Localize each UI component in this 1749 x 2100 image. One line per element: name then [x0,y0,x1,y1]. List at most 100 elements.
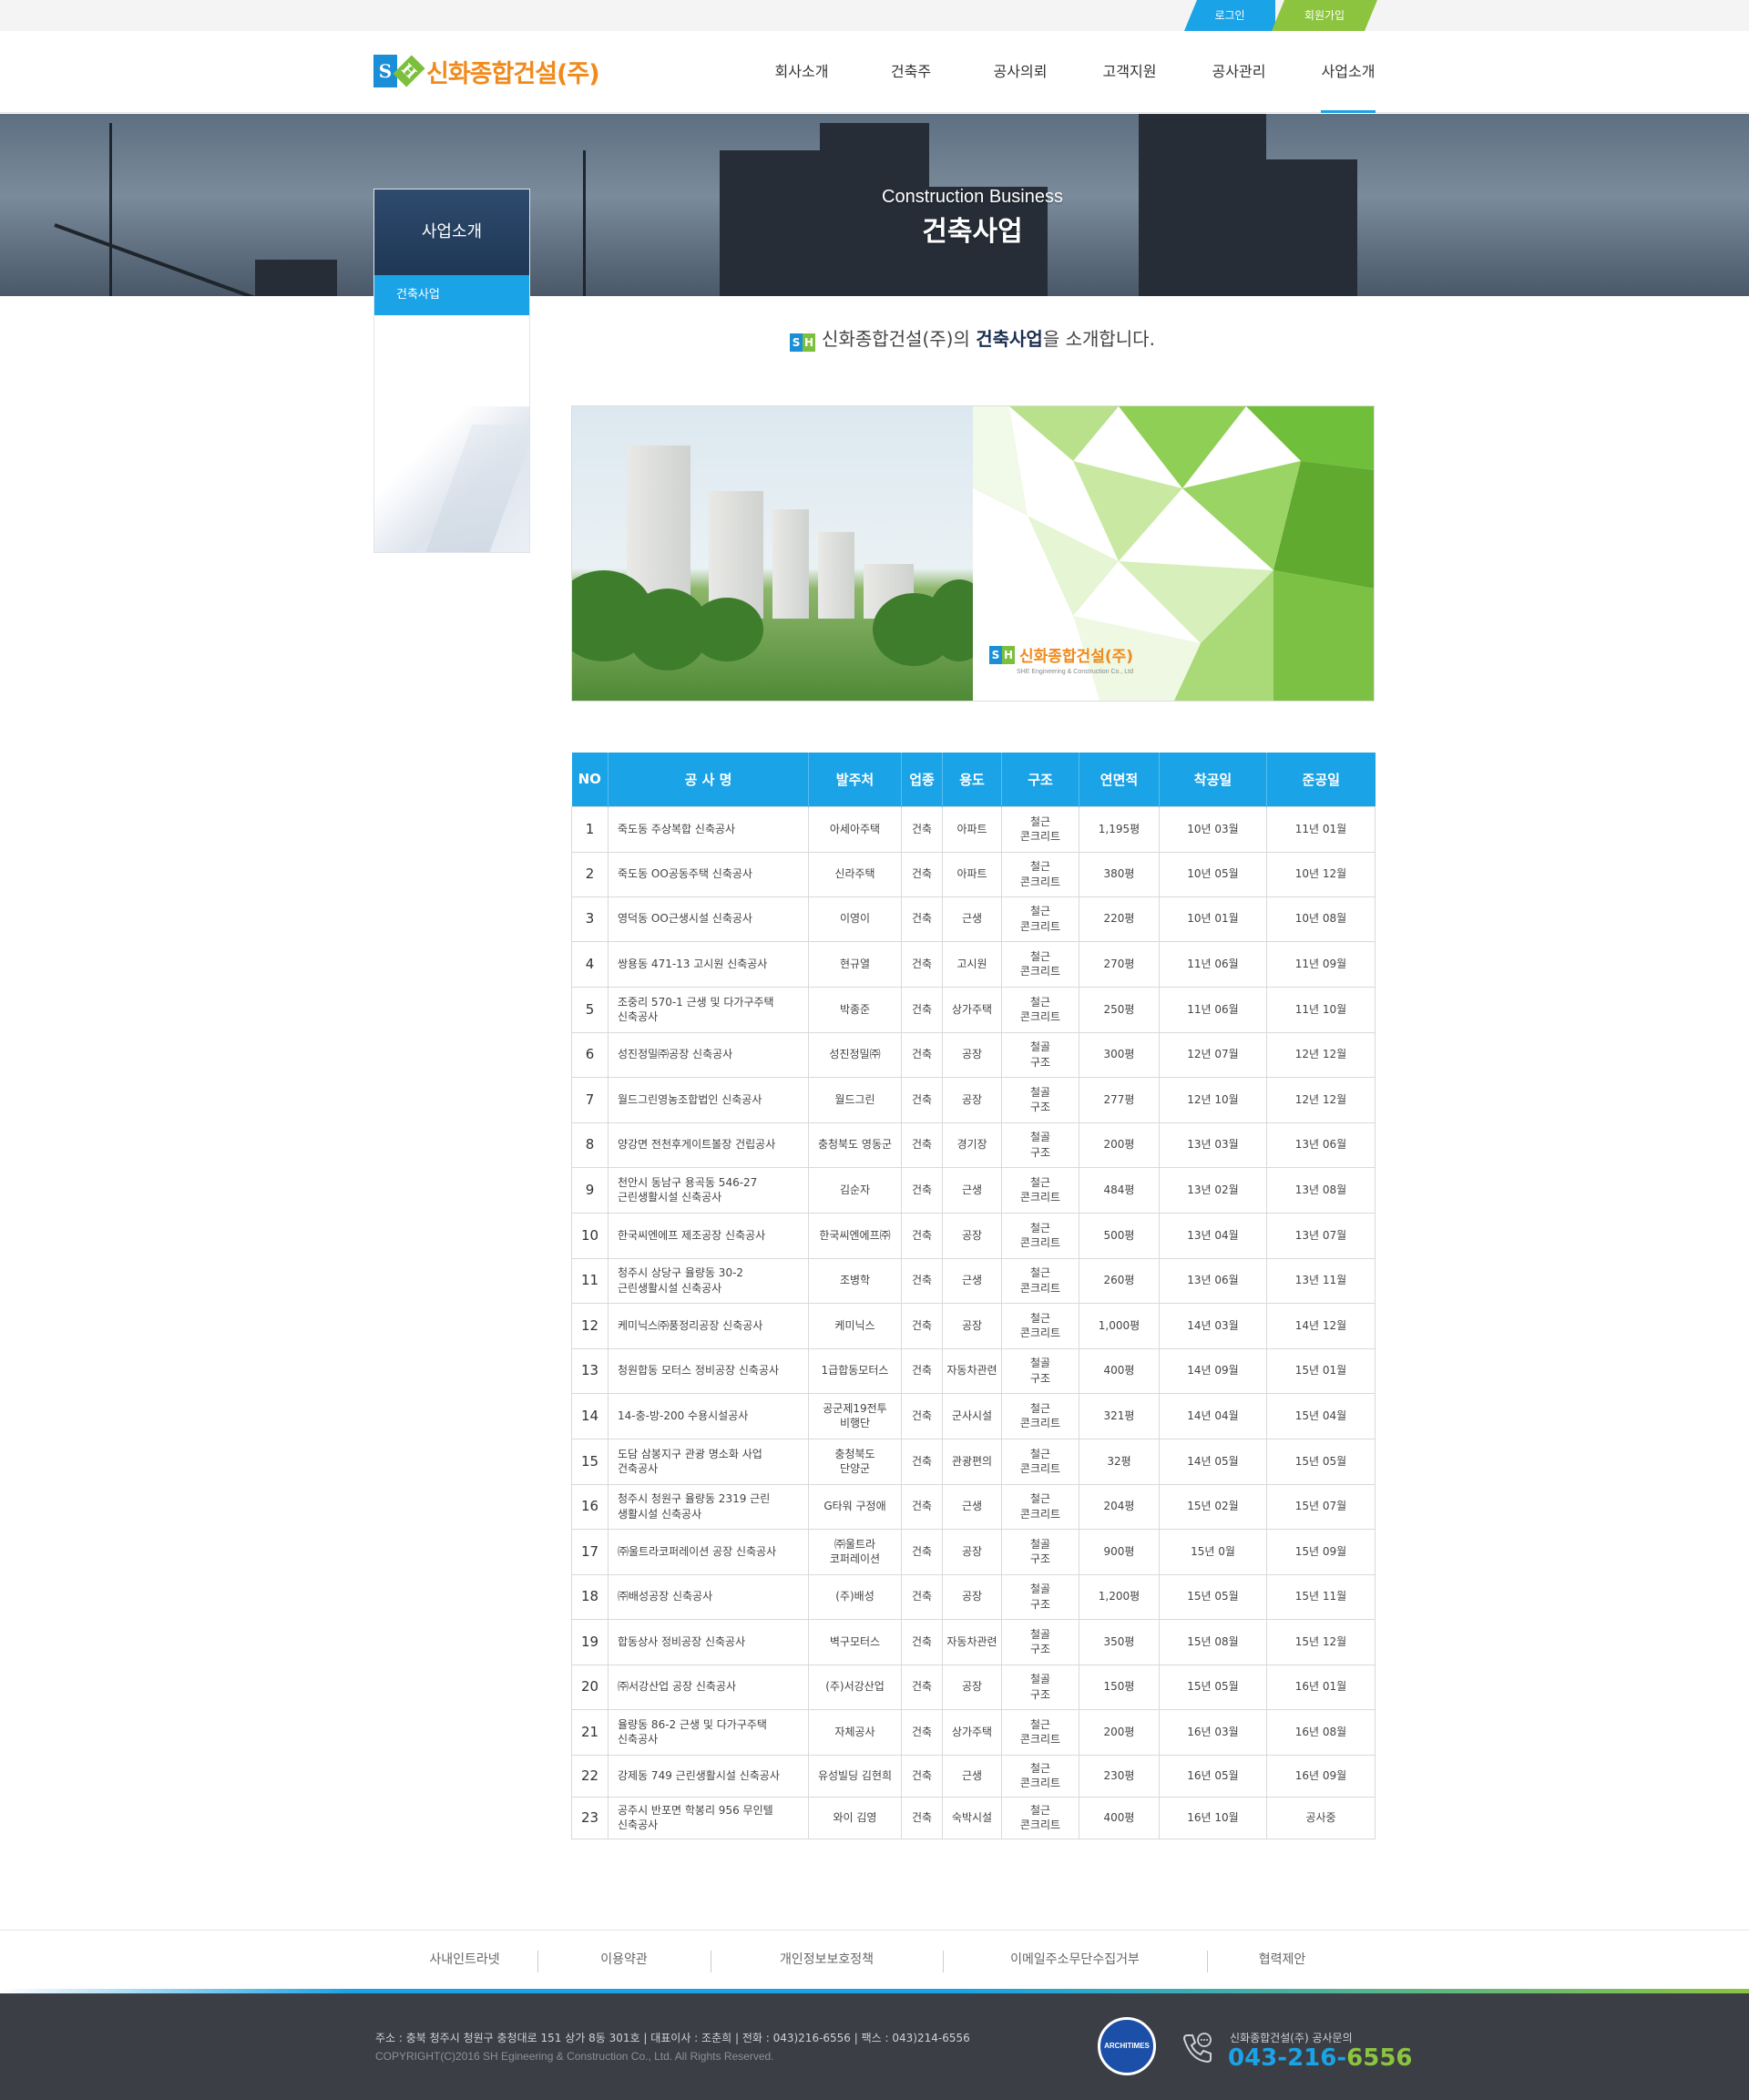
footer-link-terms[interactable]: 이용약관 [537,1931,711,1990]
cell-structure: 철근 콘크리트 [1001,1302,1079,1349]
cell-structure: 철골 구조 [1001,1031,1079,1078]
side-nav-title: 사업소개 [374,190,529,275]
hero-logo-subtitle: SHE Engineering & Construction Co., Ltd [1017,669,1134,675]
table-row: 19 합동상사 정비공장 신축공사 벽구모터스 건축 자동차관련 철골 구조 350평 15년… [571,1618,1376,1665]
cell-type: 건축 [901,1302,943,1349]
cell-start: 13년 04월 [1159,1212,1267,1259]
cell-start: 14년 05월 [1159,1438,1267,1485]
cell-use: 공장 [942,1212,1002,1259]
cell-area: 204평 [1079,1483,1160,1530]
footer-link-intranet[interactable]: 사내인트라넷 [392,1931,537,1990]
cell-area: 350평 [1079,1618,1160,1665]
cell-area: 300평 [1079,1031,1160,1078]
cell-name: 도담 삼봉지구 관광 명소화 사업 건축공사 [608,1438,809,1485]
table-row: 12 케미닉스㈜풍정리공장 신축공사 케미닉스 건축 공장 철근 콘크리트 1,000평 14… [571,1302,1376,1349]
cell-start: 15년 05월 [1159,1573,1267,1620]
cell-name: 양강면 전천후게이트볼장 건립공사 [608,1122,809,1168]
cell-area: 500평 [1079,1212,1160,1259]
cell-client: G타워 구정애 [808,1483,902,1530]
cell-name: 공주시 반포면 학봉리 956 무인텔 신축공사 [608,1796,809,1839]
cell-client: 성진정밀㈜ [808,1031,902,1078]
table-row: 9 천안시 동남구 용곡동 546-27 근린생활시설 신축공사 김순자 건축 근생 철근… [571,1166,1376,1214]
cell-name: 천안시 동남구 용곡동 546-27 근린생활시설 신축공사 [608,1166,809,1214]
utility-bar: 로그인 회원가입 [0,0,1749,31]
cell-use: 관광편의 [942,1438,1002,1485]
tree-graphic [690,598,763,661]
banner-subtitle: Construction Business [882,187,1063,207]
cs-phone-number: 043-216-6556 [1228,2044,1413,2072]
cell-name: ㈜울트라코퍼레이션 공장 신축공사 [608,1528,809,1575]
cell-start: 14년 04월 [1159,1392,1267,1439]
cell-client: 박종준 [808,986,902,1033]
side-nav: 사업소개 건축사업 [373,189,530,553]
cell-type: 건축 [901,1166,943,1214]
nav-support[interactable]: 고객지원 [1075,31,1184,113]
cell-end: 15년 07월 [1266,1483,1376,1530]
cell-area: 250평 [1079,986,1160,1033]
footer: 주소 : 충북 청주시 청원구 충청대로 151 상가 8동 301호 | 대표… [0,1993,1749,2100]
cell-type: 건축 [901,851,943,897]
cell-start: 15년 05월 [1159,1664,1267,1710]
cell-end: 15년 05월 [1266,1438,1376,1485]
cell-no: 3 [571,896,609,942]
nav-management[interactable]: 공사관리 [1184,31,1294,113]
intro-prefix: 신화종합건설(주)의 [822,328,977,350]
cell-type: 건축 [901,1392,943,1439]
cell-area: 260평 [1079,1257,1160,1304]
cell-start: 10년 05월 [1159,851,1267,897]
cell-area: 900평 [1079,1528,1160,1575]
cell-area: 32평 [1079,1438,1160,1485]
cell-no: 5 [571,986,609,1033]
cell-no: 2 [571,851,609,897]
cell-use: 아파트 [942,805,1002,853]
nav-business[interactable]: 사업소개 [1294,31,1403,113]
col-start: 착공일 [1159,753,1267,806]
cell-no: 10 [571,1212,609,1259]
tower-graphic [818,532,854,619]
cell-area: 400평 [1079,1796,1160,1839]
nav-company[interactable]: 회사소개 [747,31,856,113]
cell-start: 16년 03월 [1159,1708,1267,1756]
cell-use: 아파트 [942,851,1002,897]
cell-name: 강제동 749 근린생활시설 신축공사 [608,1754,809,1798]
cell-client: 충청북도 단양군 [808,1438,902,1485]
footer-link-partnership[interactable]: 협력제안 [1207,1931,1357,1990]
table-row: 15 도담 삼봉지구 관광 명소화 사업 건축공사 충청북도 단양군 건축 관광편의 철근… [571,1438,1376,1485]
cell-use: 근생 [942,1166,1002,1214]
footer-link-email-refusal[interactable]: 이메일주소무단수집거부 [943,1931,1207,1990]
cell-use: 근생 [942,1483,1002,1530]
cell-area: 484평 [1079,1166,1160,1214]
cell-use: 고시원 [942,940,1002,988]
cell-no: 8 [571,1122,609,1168]
cell-client: 아세아주택 [808,805,902,853]
table-row: 20 ㈜서강산업 공장 신축공사 (주)서강산업 건축 공장 철골 구조 150평 15년 0… [571,1664,1376,1710]
nav-client[interactable]: 건축주 [856,31,966,113]
cs-label: 신화종합건설(주) 공사문의 [1230,2032,1353,2044]
cell-name: 쌍용동 471-13 고시원 신축공사 [608,940,809,988]
cell-structure: 철근 콘크리트 [1001,1257,1079,1304]
table-row: 21 율량동 86-2 근생 및 다가구주택 신축공사 자체공사 건축 상가주택 철근 콘… [571,1708,1376,1756]
cell-type: 건축 [901,1122,943,1168]
cell-type: 건축 [901,1347,943,1394]
side-nav-item-architecture[interactable]: 건축사업 [374,275,529,315]
login-button[interactable]: 로그인 [1184,0,1275,31]
cell-type: 건축 [901,1708,943,1756]
site-logo[interactable]: SH 신화종합건설(주) [373,51,600,91]
cell-start: 12년 07월 [1159,1031,1267,1078]
table-row: 6 성진정밀㈜공장 신축공사 성진정밀㈜ 건축 공장 철골 구조 300평 12년 07월 12… [571,1031,1376,1078]
join-button[interactable]: 회원가입 [1272,0,1377,31]
nav-request[interactable]: 공사의뢰 [966,31,1075,113]
cell-use: 공장 [942,1573,1002,1620]
cell-no: 18 [571,1573,609,1620]
table-row: 3 영덕동 OO근생시설 신축공사 이영이 건축 근생 철근 콘크리트 220평 10년 01… [571,896,1376,942]
logo-mark-icon: SH [373,55,425,87]
footer-link-privacy[interactable]: 개인정보보호정책 [711,1931,943,1990]
intro-highlight: 건축사업 [976,328,1043,350]
cell-no: 19 [571,1618,609,1665]
cell-type: 건축 [901,1076,943,1123]
cell-start: 14년 03월 [1159,1302,1267,1349]
cell-use: 공장 [942,1031,1002,1078]
table-row: 11 청주시 상당구 율량동 30-2 근린생활시설 신축공사 조병학 건축 근생 철근 … [571,1257,1376,1304]
cell-area: 150평 [1079,1664,1160,1710]
cell-structure: 철근 콘크리트 [1001,1212,1079,1259]
